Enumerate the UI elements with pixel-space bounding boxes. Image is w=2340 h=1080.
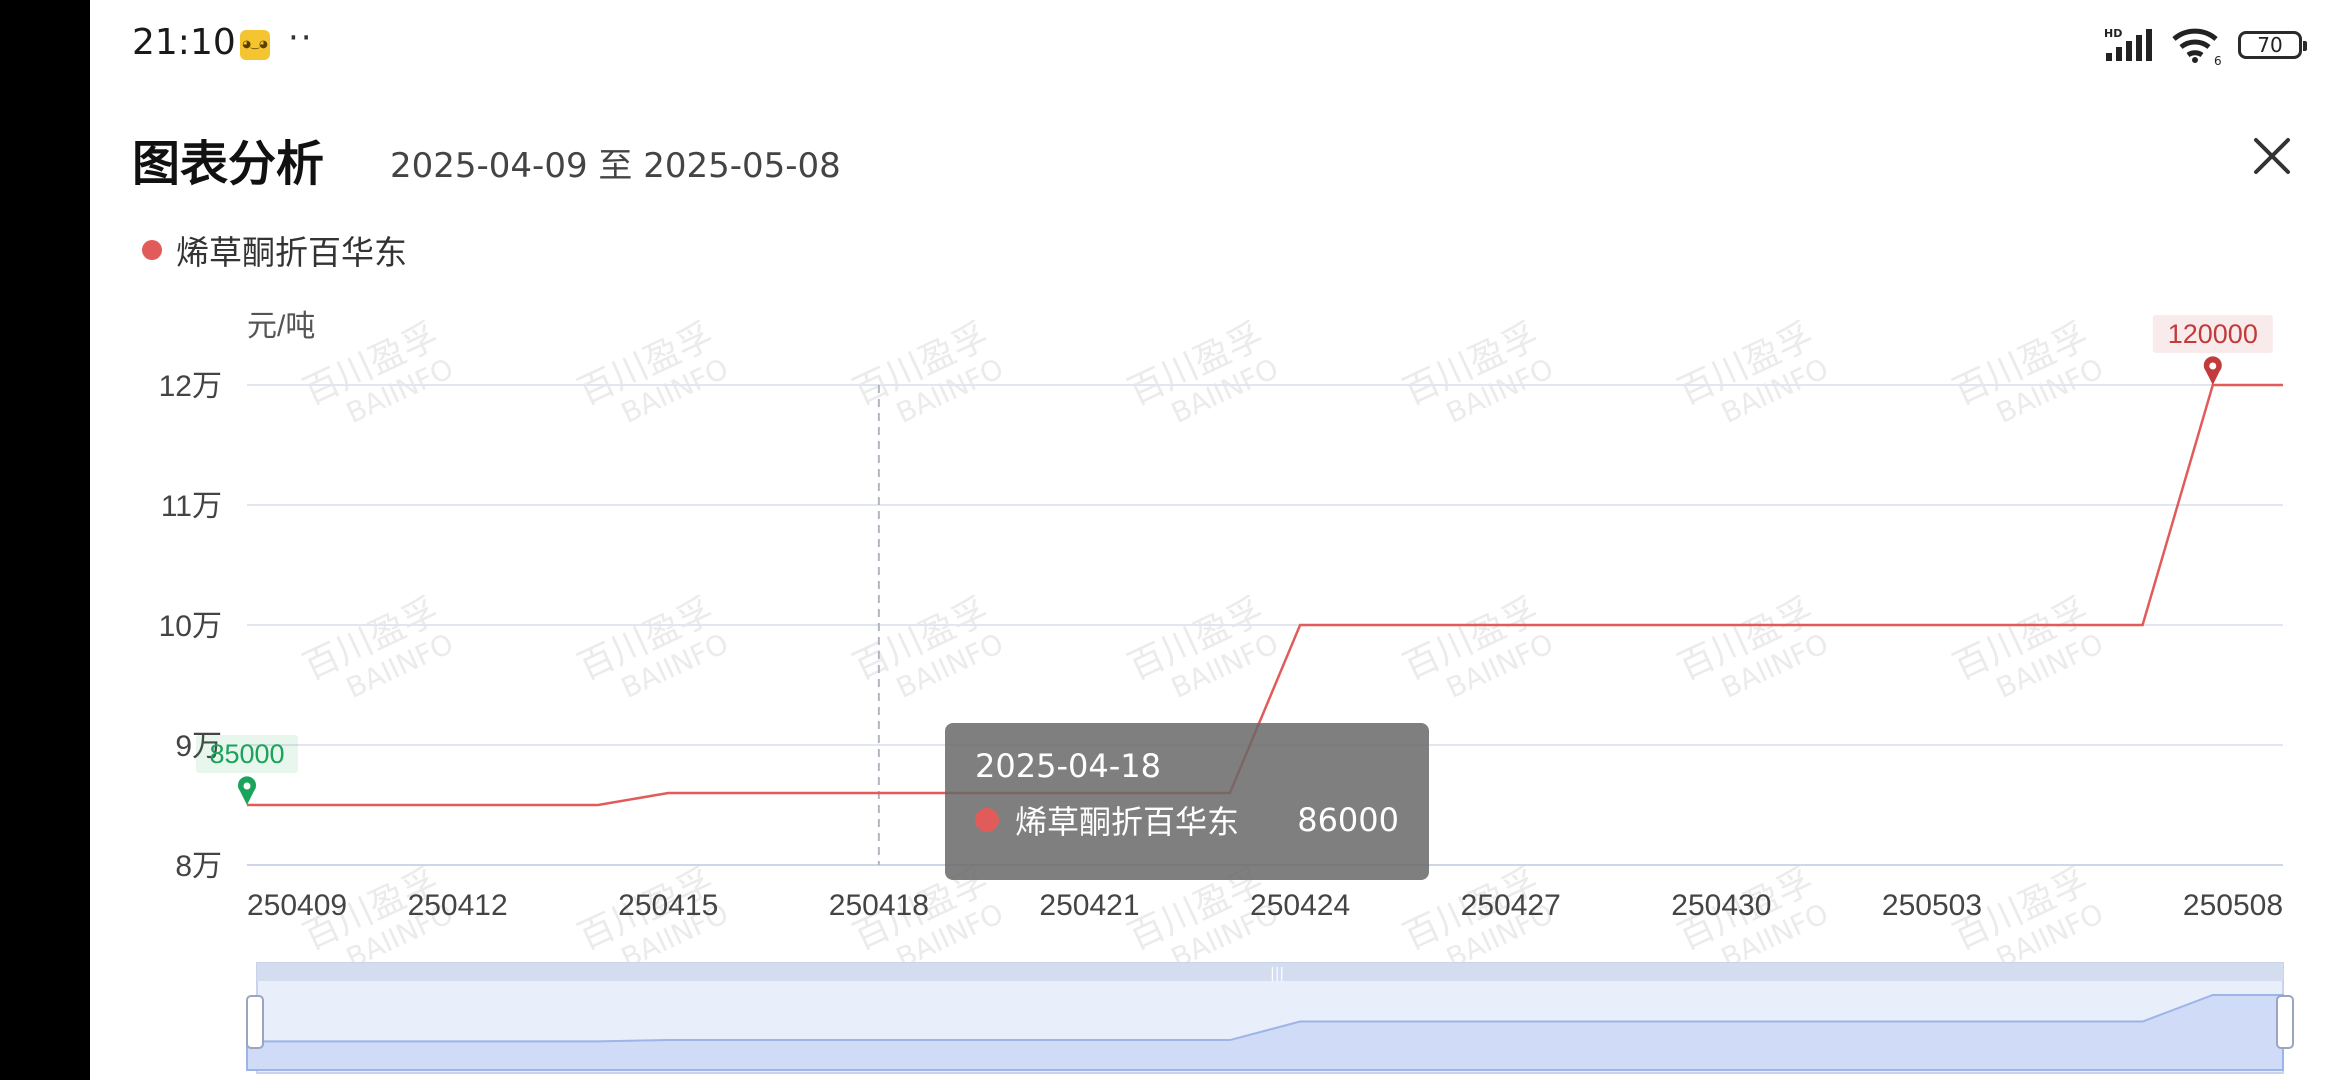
watermark: 百川盈孚BAIINFO xyxy=(847,590,1008,704)
app-screen: 21:10 ◕‿◕ ·· HD 6 70 图表分析 2025-04-09 至 2… xyxy=(90,0,2340,1080)
y-axis: 12万11万10万9万8万 xyxy=(159,370,222,883)
watermark: 百川盈孚BAIINFO xyxy=(1947,590,2108,704)
watermark: 百川盈孚BAIINFO xyxy=(1397,315,1558,429)
watermark: 百川盈孚BAIINFO xyxy=(572,315,733,429)
y-tick-label: 10万 xyxy=(159,610,222,643)
slider-grip-icon: ||| xyxy=(1270,966,1284,982)
max-marker-pin-dot xyxy=(2209,362,2217,370)
watermark: 百川盈孚BAIINFO xyxy=(1122,590,1283,704)
min-marker-pin-icon xyxy=(238,776,256,805)
x-tick-label: 250412 xyxy=(408,889,508,922)
tooltip-row: 烯草酮折百华东 86000 xyxy=(975,797,1399,843)
x-tick-label: 250415 xyxy=(618,889,718,922)
x-tick-label: 250427 xyxy=(1461,889,1561,922)
tooltip-series-dot-icon xyxy=(975,808,999,832)
x-axis: 250409 250412 250415 250418 250421 250424 2504… xyxy=(247,889,2283,922)
x-tick-label: 250424 xyxy=(1250,889,1350,922)
y-tick-label: 12万 xyxy=(159,370,222,403)
y-unit-label: 元/吨 xyxy=(247,310,315,343)
min-marker-label: 85000 xyxy=(209,739,284,769)
x-tick-label: 250418 xyxy=(829,889,929,922)
data-zoom-slider: ||| xyxy=(246,962,2294,1074)
x-tick-label: 250409 xyxy=(247,889,347,922)
max-marker-pin-icon xyxy=(2203,356,2222,385)
x-tick-label: 250503 xyxy=(1882,889,1982,922)
max-marker-label: 120000 xyxy=(2168,319,2258,349)
watermark: 百川盈孚BAIINFO xyxy=(847,315,1008,429)
y-tick-label: 8万 xyxy=(175,850,222,883)
watermark: 百川盈孚BAIINFO xyxy=(1672,315,1833,429)
watermark: 百川盈孚BAIINFO xyxy=(1947,315,2108,429)
chart-tooltip: 2025-04-18 烯草酮折百华东 86000 xyxy=(945,723,1429,880)
watermark-layer: 百川盈孚BAIINFO 百川盈孚BAIINFO 百川盈孚BAIINFO 百川盈孚BAI… xyxy=(297,315,2108,974)
watermark: 百川盈孚BAIINFO xyxy=(297,315,458,429)
watermark: 百川盈孚BAIINFO xyxy=(1672,590,1833,704)
y-tick-label: 11万 xyxy=(161,490,222,523)
min-marker-pin-dot xyxy=(243,782,251,790)
tooltip-value: 86000 xyxy=(1297,801,1399,839)
watermark: 百川盈孚BAIINFO xyxy=(572,590,733,704)
slider-right-handle[interactable] xyxy=(2276,995,2294,1049)
x-tick-label: 250430 xyxy=(1671,889,1771,922)
watermark: 百川盈孚BAIINFO xyxy=(1397,590,1558,704)
tooltip-series-name: 烯草酮折百华东 xyxy=(1015,803,1240,841)
watermark: 百川盈孚BAIINFO xyxy=(1122,315,1283,429)
tooltip-date: 2025-04-18 xyxy=(975,747,1161,785)
slider-left-handle[interactable] xyxy=(246,995,264,1049)
price-line-chart[interactable]: 百川盈孚BAIINFO 百川盈孚BAIINFO 百川盈孚BAIINFO 百川盈孚BAI… xyxy=(90,0,2340,1080)
watermark: 百川盈孚BAIINFO xyxy=(297,590,458,704)
x-tick-label: 250421 xyxy=(1039,889,1139,922)
x-tick-label: 250508 xyxy=(2183,889,2283,922)
